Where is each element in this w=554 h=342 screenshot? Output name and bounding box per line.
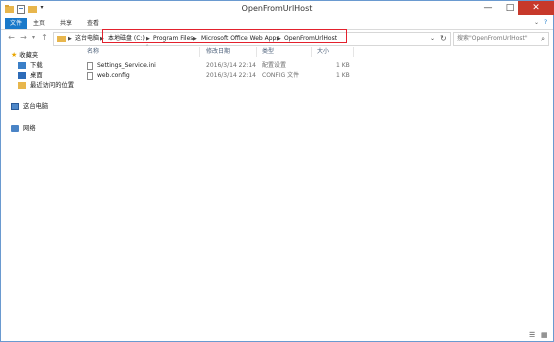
breadcrumb-separator-icon: ▶: [68, 36, 72, 42]
file-size: 1 KB: [336, 62, 350, 69]
close-button[interactable]: ✕: [518, 1, 554, 15]
file-list: 名称 ⌃ 修改日期 类型 大小 Settings_Service.ini 201…: [81, 44, 553, 329]
large-icons-view-icon[interactable]: ▦: [541, 331, 548, 339]
column-header-row: 名称 ⌃ 修改日期 类型 大小: [81, 44, 553, 57]
tab-home[interactable]: 主页: [31, 18, 47, 29]
tab-file[interactable]: 文件: [5, 18, 27, 29]
back-arrow-icon[interactable]: ←: [7, 33, 16, 43]
nav-network[interactable]: 网络: [11, 124, 36, 134]
navigation-pane: ★ 收藏夹 下载 桌面 最近访问的位置 这台电脑 网络: [1, 47, 81, 329]
nav-network-label: 网络: [23, 125, 36, 132]
nav-desktop-label: 桌面: [30, 72, 43, 79]
column-header-name[interactable]: 名称: [87, 47, 99, 57]
nav-downloads[interactable]: 下载: [18, 61, 43, 71]
file-type: 配置设置: [262, 62, 287, 69]
computer-icon: [11, 102, 19, 110]
tab-share[interactable]: 共享: [58, 18, 74, 29]
column-header-type[interactable]: 类型: [262, 47, 274, 57]
file-name: web.config: [97, 72, 130, 79]
nav-recent-label: 最近访问的位置: [30, 82, 75, 89]
nav-this-pc-label: 这台电脑: [23, 103, 49, 110]
download-icon: [18, 61, 26, 69]
minimize-button[interactable]: —: [477, 1, 499, 15]
search-input[interactable]: 搜索"OpenFromUrlHost": [457, 33, 528, 45]
tab-view[interactable]: 查看: [85, 18, 101, 29]
nav-recent[interactable]: 最近访问的位置: [18, 81, 74, 91]
file-type: CONFIG 文件: [262, 72, 300, 79]
nav-this-pc[interactable]: 这台电脑: [11, 102, 48, 112]
desktop-icon: [18, 71, 26, 79]
expand-ribbon-icon[interactable]: ⌄: [534, 19, 539, 26]
column-divider[interactable]: [353, 47, 354, 57]
nav-favorites-label: 收藏夹: [19, 52, 39, 59]
file-modified: 2016/3/14 22:14: [206, 62, 256, 69]
ini-file-icon: [87, 62, 93, 70]
column-header-size[interactable]: 大小: [317, 47, 329, 57]
details-view-icon[interactable]: ☰: [529, 331, 535, 339]
recent-places-icon: [18, 81, 26, 89]
recent-locations-icon[interactable]: ▾: [29, 33, 38, 43]
refresh-icon[interactable]: ↻: [440, 33, 447, 45]
column-divider[interactable]: [256, 47, 257, 57]
search-box[interactable]: 搜索"OpenFromUrlHost" ⌕: [453, 32, 549, 46]
file-row[interactable]: web.config 2016/3/14 22:14 CONFIG 文件 1 K…: [81, 71, 553, 81]
status-bar: ☰ ▦: [1, 330, 553, 341]
search-icon[interactable]: ⌕: [541, 33, 545, 45]
network-icon: [11, 124, 19, 132]
star-icon: ★: [11, 51, 18, 59]
nav-downloads-label: 下载: [30, 62, 43, 69]
nav-favorites[interactable]: ★ 收藏夹: [11, 50, 38, 60]
help-icon[interactable]: ?: [544, 19, 547, 26]
column-header-modified[interactable]: 修改日期: [206, 47, 230, 57]
file-name: Settings_Service.ini: [97, 62, 156, 69]
config-file-icon: [87, 72, 93, 80]
address-highlight-box: [102, 29, 347, 43]
window-title: OpenFromUrlHost: [241, 4, 313, 13]
nav-desktop[interactable]: 桌面: [18, 71, 43, 81]
explorer-window: ▾ OpenFromUrlHost — □ ✕ 文件 主页 共享 查看 ⌄ ? …: [0, 0, 554, 342]
title-bar: ▾ OpenFromUrlHost — □ ✕: [1, 1, 554, 18]
address-dropdown-icon[interactable]: ⌄: [430, 33, 435, 45]
up-arrow-icon[interactable]: ↑: [40, 33, 49, 43]
breadcrumb-this-pc[interactable]: 这台电脑: [75, 33, 99, 45]
column-divider[interactable]: [311, 47, 312, 57]
file-modified: 2016/3/14 22:14: [206, 72, 256, 79]
column-divider[interactable]: [199, 47, 200, 57]
sort-up-icon: ⌃: [145, 44, 150, 50]
file-size: 1 KB: [336, 72, 350, 79]
file-row[interactable]: Settings_Service.ini 2016/3/14 22:14 配置设…: [81, 61, 553, 71]
pc-folder-icon: [57, 36, 66, 42]
forward-arrow-icon[interactable]: →: [19, 33, 28, 43]
